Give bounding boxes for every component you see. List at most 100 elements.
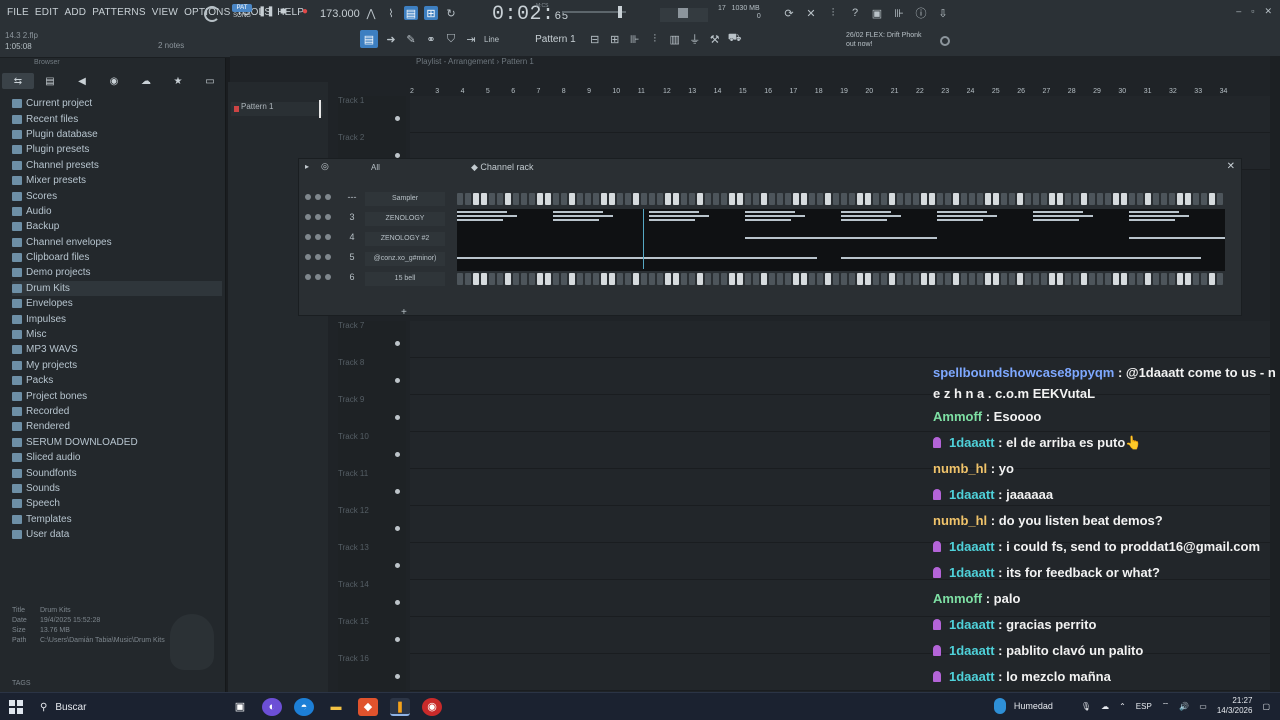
master-volume-slider[interactable] bbox=[562, 6, 626, 18]
browser-item[interactable]: Misc bbox=[12, 327, 222, 342]
track-mute-icon[interactable] bbox=[395, 600, 400, 605]
step-button[interactable] bbox=[969, 193, 975, 205]
track-header[interactable]: Track 7 bbox=[338, 321, 406, 358]
battery-icon[interactable]: ▭ bbox=[1199, 702, 1207, 711]
browser-item[interactable]: User data bbox=[12, 527, 222, 542]
step-button[interactable] bbox=[649, 193, 655, 205]
channel-knob-icon[interactable] bbox=[325, 254, 331, 260]
mic-icon[interactable]: 🎙 bbox=[1081, 702, 1091, 711]
track-lane[interactable] bbox=[410, 321, 1270, 358]
browser-item[interactable]: MP3 WAVS bbox=[12, 342, 222, 357]
step-button[interactable] bbox=[1009, 193, 1015, 205]
step-button[interactable] bbox=[889, 193, 895, 205]
pat-song-toggle[interactable]: PAT SONG bbox=[232, 4, 252, 22]
step-button[interactable] bbox=[753, 273, 759, 285]
info-icon[interactable]: ⓘ bbox=[914, 6, 928, 20]
step-button[interactable] bbox=[777, 273, 783, 285]
channel-name-button[interactable]: ZENOLOGY #2 bbox=[365, 232, 445, 246]
step-button[interactable] bbox=[785, 193, 791, 205]
step-button[interactable] bbox=[569, 193, 575, 205]
step-button[interactable] bbox=[1073, 273, 1079, 285]
track-mute-icon[interactable] bbox=[395, 415, 400, 420]
channel-filter[interactable]: All bbox=[371, 163, 380, 172]
step-button[interactable] bbox=[937, 193, 943, 205]
step-button[interactable] bbox=[865, 193, 871, 205]
menu-view[interactable]: VIEW bbox=[149, 7, 181, 18]
step-button[interactable] bbox=[1137, 273, 1143, 285]
snap-mode[interactable]: Line bbox=[484, 35, 499, 44]
step-button[interactable] bbox=[1017, 193, 1023, 205]
browser-item[interactable]: Recorded bbox=[12, 404, 222, 419]
step-button[interactable] bbox=[1201, 273, 1207, 285]
step-button[interactable] bbox=[849, 273, 855, 285]
step-button[interactable] bbox=[873, 273, 879, 285]
step-button[interactable] bbox=[721, 273, 727, 285]
step-button[interactable] bbox=[1161, 273, 1167, 285]
step-button[interactable] bbox=[697, 193, 703, 205]
step-button[interactable] bbox=[1049, 193, 1055, 205]
step-button[interactable] bbox=[1089, 273, 1095, 285]
arrow-icon[interactable]: ▸ bbox=[305, 162, 309, 171]
step-button[interactable] bbox=[905, 273, 911, 285]
step-button[interactable] bbox=[961, 193, 967, 205]
record-icon[interactable]: ● bbox=[302, 6, 308, 17]
step-button[interactable] bbox=[697, 273, 703, 285]
step-button[interactable] bbox=[1185, 273, 1191, 285]
step-button[interactable] bbox=[537, 193, 543, 205]
browser-item[interactable]: Channel presets bbox=[12, 158, 222, 173]
step-button[interactable] bbox=[609, 273, 615, 285]
step-button[interactable] bbox=[1193, 273, 1199, 285]
step-button[interactable] bbox=[593, 273, 599, 285]
step-button[interactable] bbox=[1145, 193, 1151, 205]
folder-icon[interactable]: ▭ bbox=[194, 73, 226, 89]
step-button[interactable] bbox=[561, 193, 567, 205]
metronome-icon[interactable]: ⋀ bbox=[364, 6, 378, 20]
channel-mixer-track[interactable]: 3 bbox=[345, 212, 359, 226]
back-icon[interactable]: ⇆ bbox=[2, 73, 34, 89]
menu-edit[interactable]: EDIT bbox=[32, 7, 62, 18]
track-lane[interactable] bbox=[410, 96, 1270, 133]
step-button[interactable] bbox=[889, 273, 895, 285]
step-button[interactable] bbox=[545, 273, 551, 285]
browser-icon[interactable]: ▥ bbox=[668, 32, 682, 46]
browser-item[interactable]: Speech bbox=[12, 496, 222, 511]
step-button[interactable] bbox=[633, 193, 639, 205]
step-button[interactable] bbox=[641, 273, 647, 285]
step-button[interactable] bbox=[881, 273, 887, 285]
channel-mixer-track[interactable]: --- bbox=[345, 192, 359, 206]
chat-username[interactable]: 1daaatt bbox=[949, 617, 995, 632]
step-button[interactable] bbox=[473, 193, 479, 205]
browser-item[interactable]: Envelopes bbox=[12, 296, 222, 311]
step-button[interactable] bbox=[1065, 193, 1071, 205]
step-button[interactable] bbox=[505, 273, 511, 285]
step-button[interactable] bbox=[665, 273, 671, 285]
browser-item[interactable]: My projects bbox=[12, 358, 222, 373]
cloud-sync-icon[interactable]: ☁ bbox=[1101, 702, 1109, 711]
download-icon[interactable]: ⇩ bbox=[936, 6, 950, 20]
step-button[interactable] bbox=[625, 193, 631, 205]
pattern-selector[interactable]: Pattern 1 bbox=[535, 34, 576, 45]
wifi-icon[interactable]: ⌔ bbox=[1162, 701, 1170, 711]
channel-knob-icon[interactable] bbox=[325, 194, 331, 200]
channel-name-button[interactable]: @conz.xo_g#minor) bbox=[365, 252, 445, 266]
browser-item[interactable]: Project bones bbox=[12, 388, 222, 403]
step-button[interactable] bbox=[577, 273, 583, 285]
loop-icon[interactable]: ↻ bbox=[444, 6, 458, 20]
step-button[interactable] bbox=[809, 193, 815, 205]
channel-knob-icon[interactable] bbox=[305, 254, 311, 260]
chat-username[interactable]: Ammoff bbox=[933, 409, 982, 424]
browser-item[interactable]: Current project bbox=[12, 96, 222, 111]
track-header[interactable]: Track 11 bbox=[338, 469, 406, 506]
plugin-icon[interactable]: ⏚ bbox=[688, 32, 702, 46]
step-button[interactable] bbox=[1177, 193, 1183, 205]
step-button[interactable] bbox=[489, 273, 495, 285]
channel-knob-icon[interactable] bbox=[325, 234, 331, 240]
obs-icon[interactable]: ◉ bbox=[422, 698, 442, 716]
step-button[interactable] bbox=[665, 193, 671, 205]
browser-item[interactable]: Audio bbox=[12, 204, 222, 219]
refresh-icon[interactable]: ⟳ bbox=[782, 6, 796, 20]
browser-item[interactable]: Impulses bbox=[12, 311, 222, 326]
step-button[interactable] bbox=[953, 193, 959, 205]
channel-name-button[interactable]: ZENOLOGY bbox=[365, 212, 445, 226]
step-button[interactable] bbox=[1161, 193, 1167, 205]
